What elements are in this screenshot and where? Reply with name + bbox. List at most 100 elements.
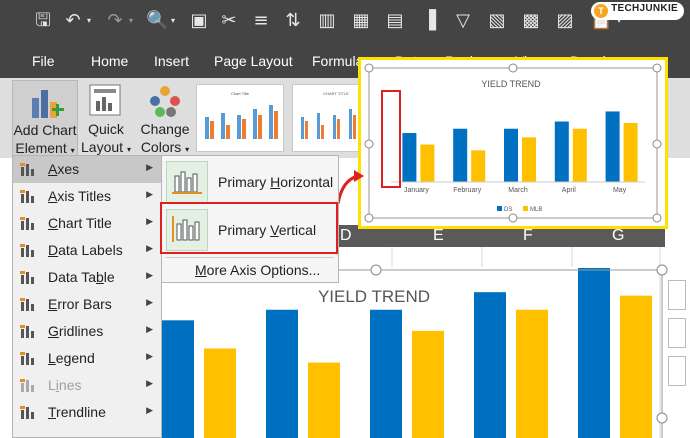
- primary-horizontal-item[interactable]: Primary Horizontal: [162, 158, 338, 206]
- preview-handle-tc: [508, 63, 518, 73]
- chart-title-icon: [20, 217, 34, 230]
- menu-item-error-bars[interactable]: Error Bars ▶: [13, 291, 161, 318]
- format-icon[interactable]: ≡: [250, 10, 272, 32]
- column-header-f[interactable]: F: [523, 227, 533, 245]
- menu-item-data-table[interactable]: Data Table ▶: [13, 264, 161, 291]
- legend-icon: [20, 352, 34, 365]
- preview-bar-mlb-january: [420, 144, 435, 182]
- trendline-icon: [20, 406, 34, 419]
- thumbnail-title-1: Chart Title: [230, 91, 250, 96]
- print-preview-icon[interactable]: 🔍: [146, 10, 168, 32]
- preview-handle-bl: [364, 213, 374, 223]
- techjunkie-logo-icon: T: [594, 4, 609, 18]
- preview-category-label: May: [613, 187, 627, 194]
- camera-icon[interactable]: ▣: [188, 10, 210, 32]
- main-chart[interactable]: YIELD TREND: [162, 264, 668, 438]
- borders-icon[interactable]: ▩: [520, 10, 542, 32]
- print-preview-dropdown-icon[interactable]: ▾: [168, 10, 178, 32]
- change-colors-button[interactable]: Change Colors ▾: [138, 80, 192, 156]
- preview-bar-mlb-april: [572, 128, 587, 182]
- submenu-arrow-icon: ▶: [146, 324, 153, 334]
- table-icon[interactable]: ▦: [350, 10, 372, 32]
- submenu-arrow-icon: ▶: [146, 243, 153, 253]
- menu-item-chart-title[interactable]: Chart Title ▶: [13, 210, 161, 237]
- menu-item-trendline[interactable]: Trendline ▶: [13, 399, 161, 426]
- resize-handle-top-right[interactable]: [656, 264, 668, 276]
- menu-item-legend[interactable]: Legend ▶: [13, 345, 161, 372]
- quick-layout-dropdown-icon: ▾: [126, 145, 131, 154]
- sort-icon[interactable]: ⇅: [282, 10, 304, 32]
- change-colors-dropdown-icon: ▾: [185, 145, 190, 154]
- preview-bar-ds-january: [402, 133, 417, 182]
- undo-dropdown-icon[interactable]: ▾: [84, 10, 94, 32]
- menu-item-gridlines[interactable]: Gridlines ▶: [13, 318, 161, 345]
- preview-handle-ml: [364, 139, 374, 149]
- quick-layout-icon: [89, 84, 121, 116]
- horizontal-axis-icon: [166, 161, 208, 203]
- preview-legend-swatch-ds: [497, 206, 502, 211]
- preview-chart-svg: YIELD TREND January February March April May…: [364, 63, 662, 223]
- column-header-d[interactable]: D: [340, 227, 352, 245]
- callout-arrow: [336, 170, 364, 205]
- quick-layout-button[interactable]: Quick Layout ▾: [80, 80, 132, 156]
- submenu-arrow-icon: ▶: [146, 270, 153, 280]
- add-chart-dropdown-icon: ▾: [70, 146, 75, 155]
- preview-handle-tl: [364, 63, 374, 73]
- menu-item-label: Legend: [48, 350, 95, 366]
- chart-preview-callout: YIELD TREND January February March April May…: [358, 57, 668, 229]
- preview-bar-ds-april: [554, 121, 569, 182]
- more-axis-options-item[interactable]: More Axis Options...: [162, 258, 338, 282]
- resize-handle-top[interactable]: [370, 264, 382, 276]
- merge-icon[interactable]: ▧: [486, 10, 508, 32]
- menu-item-lines[interactable]: Lines ▶: [13, 372, 161, 399]
- menu-item-label: Trendline: [48, 404, 106, 420]
- tab-insert[interactable]: Insert: [154, 53, 189, 69]
- primary-vertical-highlight: [160, 202, 338, 254]
- preview-legend-label-mlb: MLB: [530, 207, 542, 213]
- submenu-arrow-icon: ▶: [146, 162, 153, 172]
- lines-icon: [20, 379, 34, 392]
- grid-icon[interactable]: ▤: [384, 10, 406, 32]
- freeze-icon[interactable]: ▨: [554, 10, 576, 32]
- menu-item-axes[interactable]: Axes ▶: [13, 156, 161, 183]
- chart-styles-side-button[interactable]: [668, 318, 686, 348]
- scissors-icon[interactable]: ✂: [218, 10, 240, 32]
- menu-item-axis-titles[interactable]: Axis Titles ▶: [13, 183, 161, 210]
- save-icon[interactable]: 🖫: [32, 10, 54, 32]
- column-header-e[interactable]: E: [433, 227, 444, 245]
- redo-dropdown-icon[interactable]: ▾: [126, 10, 136, 32]
- chart-elements-side-button[interactable]: [668, 280, 686, 310]
- resize-handle-bottom-right[interactable]: [656, 412, 668, 424]
- column-header-g[interactable]: G: [612, 227, 624, 245]
- add-chart-element-icon: [32, 90, 64, 118]
- error-bars-icon: [20, 298, 34, 311]
- preview-category-label: January: [404, 187, 429, 194]
- undo-icon[interactable]: ↶: [62, 10, 84, 32]
- preview-chart-title: YIELD TREND: [481, 79, 541, 89]
- axis-titles-icon: [20, 190, 34, 203]
- bar-chart-icon[interactable]: ▐: [418, 10, 440, 32]
- tab-page-layout[interactable]: Page Layout: [214, 53, 293, 69]
- submenu-arrow-icon: ▶: [146, 378, 153, 388]
- quick-access-toolbar: 🖫 ↶ ▾ ↷ ▾ 🔍 ▾ ▣ ✂ ≡ ⇅ ▥ ▦ ▤ ▐ ▽ ▧ ▩ ▨ 📋 …: [0, 0, 690, 44]
- chart-style-thumbnail-1[interactable]: Chart Title: [196, 84, 284, 152]
- tab-file[interactable]: File: [32, 53, 55, 69]
- chart-icon[interactable]: ▥: [316, 10, 338, 32]
- menu-item-label: Error Bars: [48, 296, 112, 312]
- vertical-axis-highlight: [381, 90, 401, 188]
- excel-window: 🖫 ↶ ▾ ↷ ▾ 🔍 ▾ ▣ ✂ ≡ ⇅ ▥ ▦ ▤ ▐ ▽ ▧ ▩ ▨ 📋 …: [0, 0, 690, 438]
- menu-item-label: Lines: [48, 377, 82, 393]
- preview-handle-tr: [652, 63, 662, 73]
- menu-item-label: Data Labels: [48, 242, 123, 258]
- preview-bar-mlb-may: [623, 122, 638, 182]
- chart-resize-handles: [162, 264, 668, 438]
- menu-item-data-labels[interactable]: Data Labels ▶: [13, 237, 161, 264]
- tab-home[interactable]: Home: [91, 53, 128, 69]
- chart-filters-side-button[interactable]: [668, 356, 686, 386]
- add-chart-element-label-1: Add Chart: [13, 122, 77, 138]
- redo-icon[interactable]: ↷: [104, 10, 126, 32]
- submenu-arrow-icon: ▶: [146, 297, 153, 307]
- filter-icon[interactable]: ▽: [452, 10, 474, 32]
- add-chart-element-button[interactable]: Add Chart Element ▾: [12, 80, 78, 156]
- quick-layout-label-2: Layout: [81, 139, 124, 155]
